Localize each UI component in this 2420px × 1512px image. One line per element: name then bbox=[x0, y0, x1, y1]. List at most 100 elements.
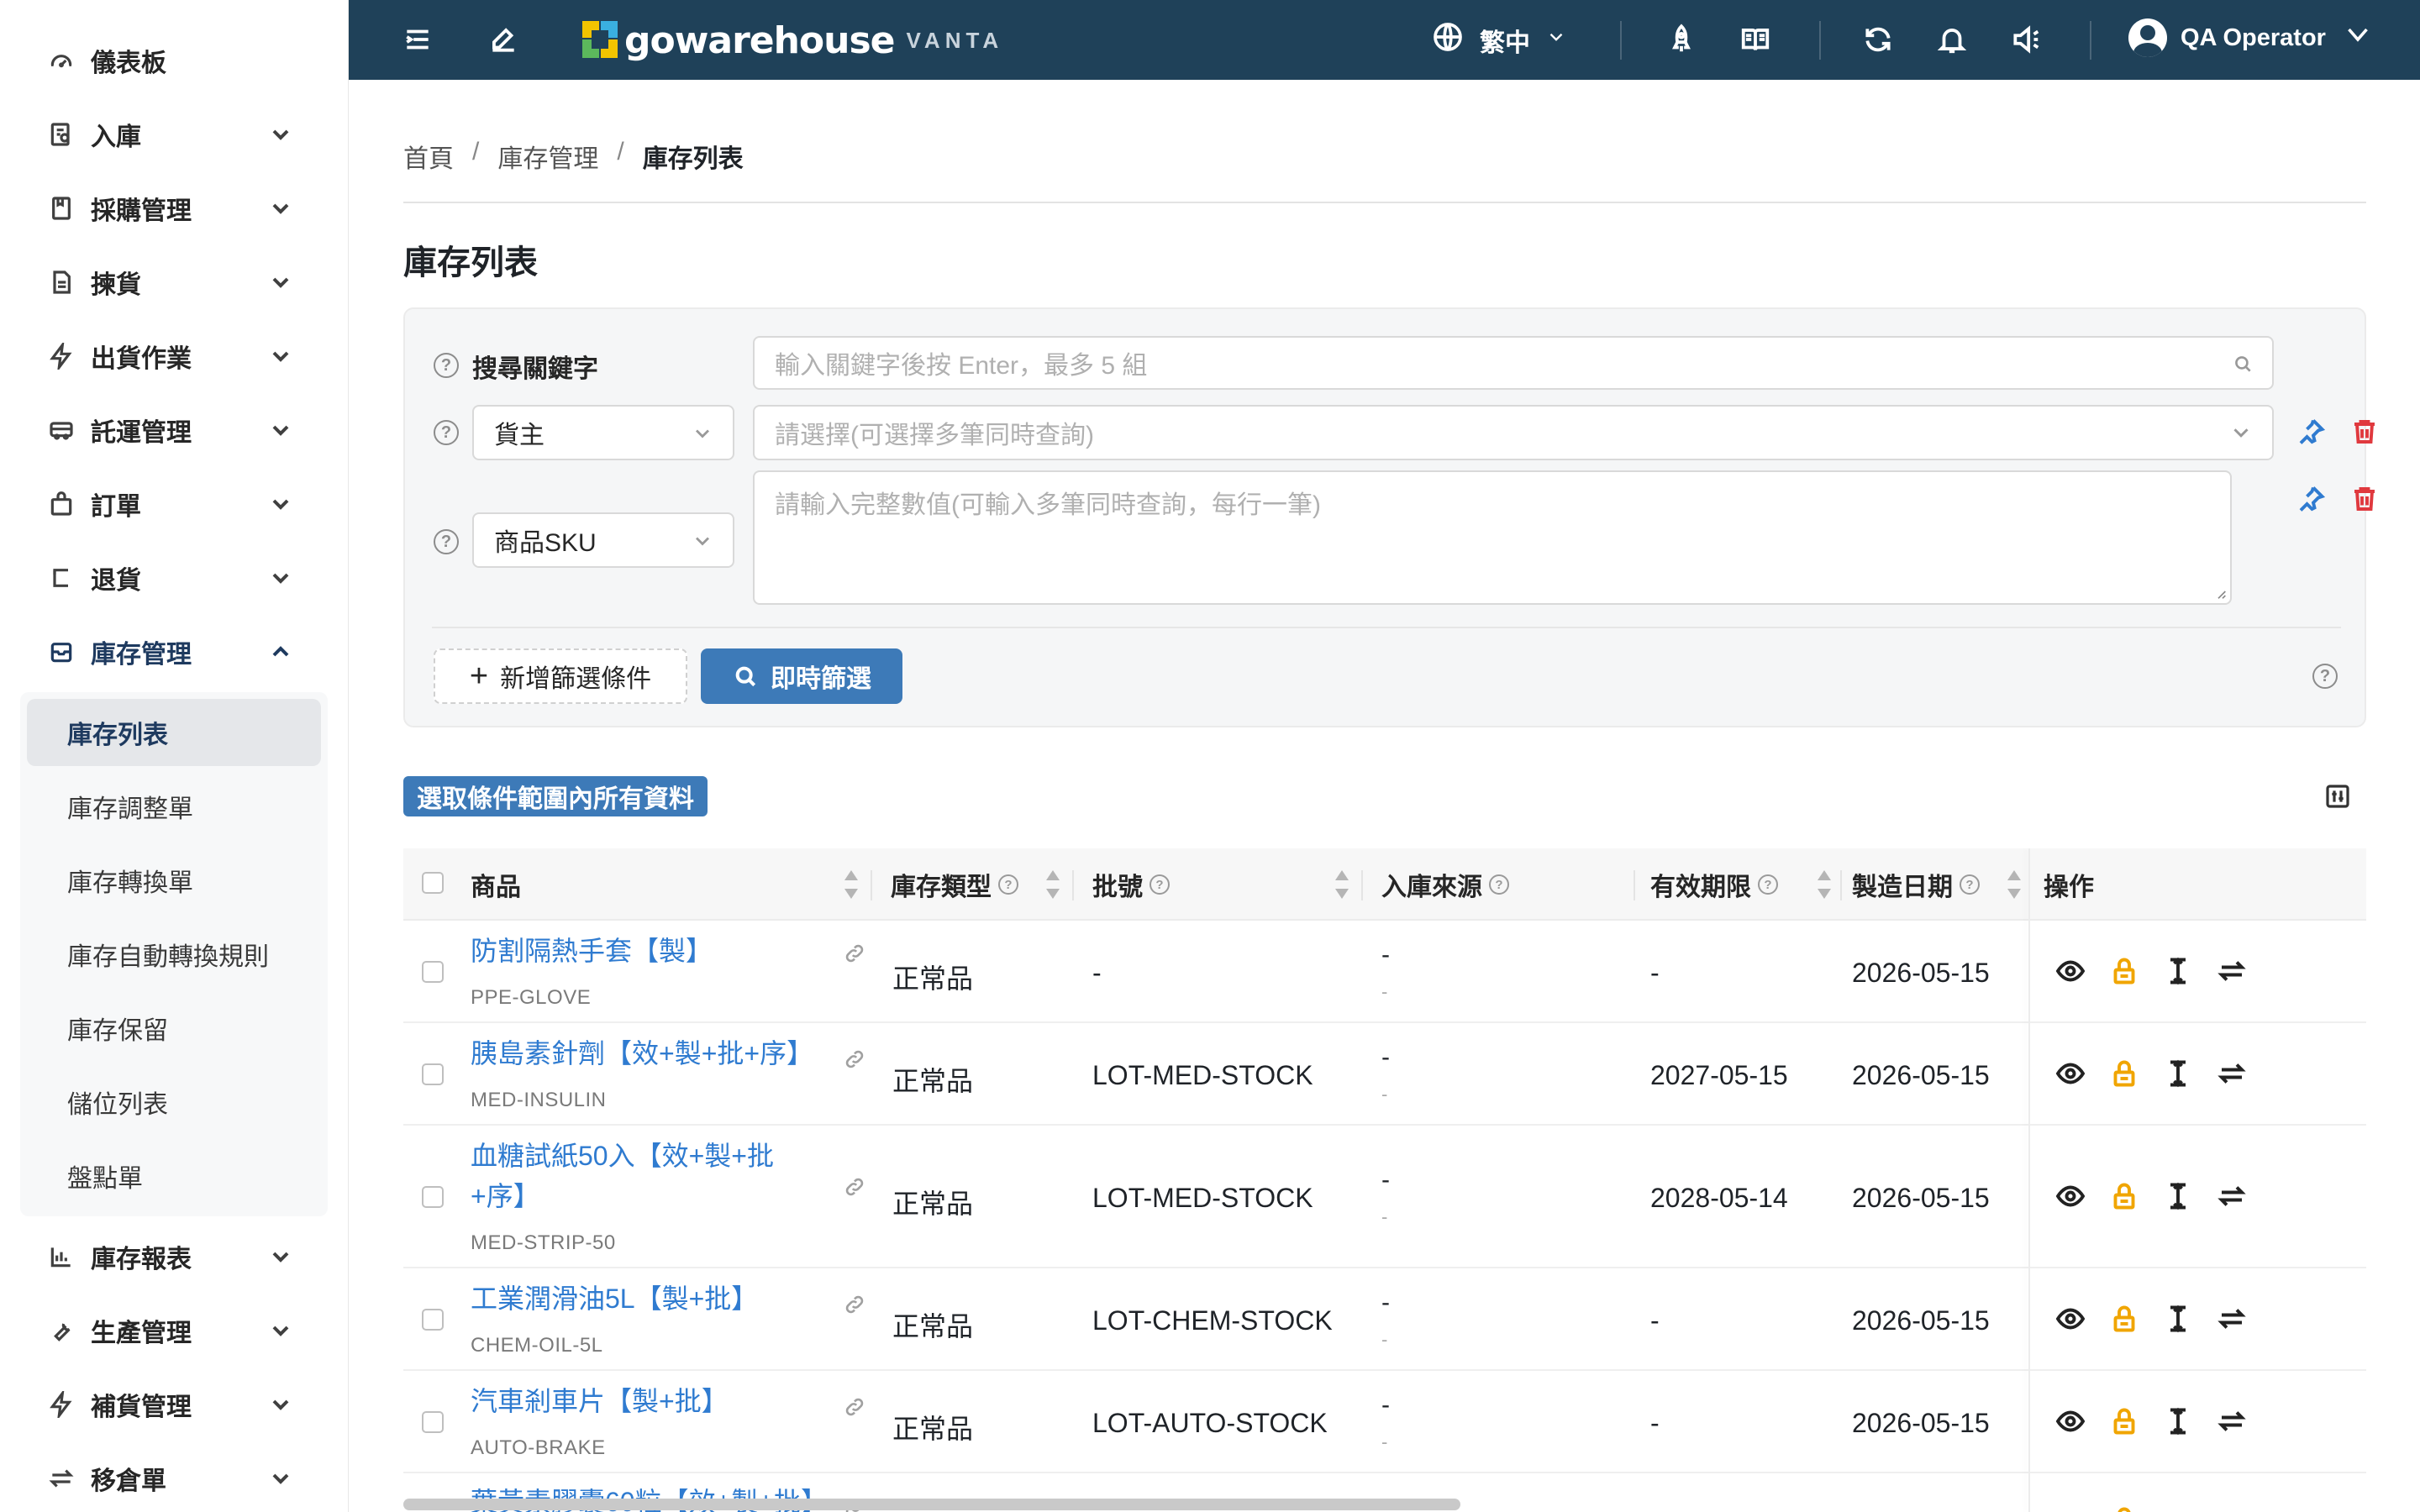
horizontal-scrollbar[interactable] bbox=[403, 1499, 1460, 1510]
help-icon[interactable]: ? bbox=[434, 353, 459, 378]
user-menu[interactable]: QA Operator bbox=[2128, 18, 2373, 57]
edit-icon[interactable] bbox=[487, 23, 520, 56]
link-icon[interactable] bbox=[844, 1396, 865, 1418]
sort-icon[interactable] bbox=[842, 869, 860, 900]
view-icon[interactable] bbox=[2055, 956, 2086, 986]
help-icon[interactable]: ? bbox=[2312, 664, 2338, 689]
owner-select[interactable]: 請選擇(可選擇多筆同時查詢) bbox=[753, 405, 2274, 460]
row-checkbox[interactable] bbox=[422, 1411, 444, 1433]
lock-icon[interactable] bbox=[2109, 1181, 2139, 1211]
submenu-item-inventory-list[interactable]: 庫存列表 bbox=[27, 699, 321, 766]
sidebar-item-replenishment[interactable]: 補貨管理 bbox=[0, 1368, 349, 1441]
product-name-link[interactable]: 血糖試紙50入【效+製+批+序】 bbox=[471, 1136, 807, 1216]
convert-icon[interactable] bbox=[2217, 1181, 2247, 1211]
lock-icon[interactable] bbox=[2109, 1505, 2139, 1512]
link-icon[interactable] bbox=[844, 1176, 865, 1198]
breadcrumb-home[interactable]: 首頁 bbox=[403, 138, 454, 175]
owner-field-select[interactable]: 貨主 bbox=[472, 405, 734, 460]
pin-icon[interactable] bbox=[2296, 417, 2326, 447]
sidebar-item-returns[interactable]: 退貨 bbox=[0, 541, 349, 615]
sidebar-item-dashboard[interactable]: 儀表板 bbox=[0, 24, 349, 97]
row-checkbox[interactable] bbox=[422, 1063, 444, 1085]
sort-icon[interactable] bbox=[1815, 869, 1833, 900]
submenu-item-reservation[interactable]: 庫存保留 bbox=[27, 995, 321, 1062]
product-name-link[interactable]: 胰島素針劑【效+製+批+序】 bbox=[471, 1033, 840, 1074]
column-header-lot[interactable]: 批號? bbox=[1092, 848, 1170, 921]
column-header-stock-type[interactable]: 庫存類型? bbox=[891, 848, 1018, 921]
sidebar-item-inventory-report[interactable]: 庫存報表 bbox=[0, 1220, 349, 1294]
convert-icon[interactable] bbox=[2217, 1406, 2247, 1436]
adjust-icon[interactable] bbox=[2163, 1406, 2193, 1436]
keyword-search-input[interactable]: 輸入關鍵字後按 Enter，最多 5 組 bbox=[753, 336, 2274, 390]
help-icon[interactable]: ? bbox=[434, 420, 459, 445]
column-header-product[interactable]: 商品 bbox=[471, 848, 521, 921]
adjust-icon[interactable] bbox=[2163, 1058, 2193, 1089]
convert-icon[interactable] bbox=[2217, 1304, 2247, 1334]
sidebar-item-shipping[interactable]: 出貨作業 bbox=[0, 319, 349, 393]
submenu-item-stocktake[interactable]: 盤點單 bbox=[27, 1142, 321, 1210]
sidebar-item-orders[interactable]: 訂單 bbox=[0, 467, 349, 541]
lock-icon[interactable] bbox=[2109, 1406, 2139, 1436]
apply-filter-button[interactable]: 即時篩選 bbox=[701, 648, 902, 704]
submenu-item-auto-conversion-rules[interactable]: 庫存自動轉換規則 bbox=[27, 921, 321, 988]
brand-logo[interactable]: gowarehouse VANTA bbox=[582, 17, 1003, 64]
submenu-item-adjustment[interactable]: 庫存調整單 bbox=[27, 773, 321, 840]
sidebar-item-purchase[interactable]: 採購管理 bbox=[0, 171, 349, 245]
view-icon[interactable] bbox=[2055, 1181, 2086, 1211]
lock-icon[interactable] bbox=[2109, 1058, 2139, 1089]
add-filter-button[interactable]: + 新增篩選條件 bbox=[434, 648, 687, 704]
adjust-icon[interactable] bbox=[2163, 1304, 2193, 1334]
lock-icon[interactable] bbox=[2109, 1304, 2139, 1334]
select-all-results-button[interactable]: 選取條件範圍內所有資料 bbox=[403, 776, 708, 816]
view-icon[interactable] bbox=[2055, 1406, 2086, 1436]
select-all-checkbox[interactable] bbox=[422, 872, 444, 894]
delete-icon[interactable] bbox=[2349, 484, 2380, 514]
view-icon[interactable] bbox=[2055, 1304, 2086, 1334]
refresh-icon[interactable] bbox=[1861, 23, 1895, 56]
sidebar-item-warehouse-transfer[interactable]: 移倉單 bbox=[0, 1441, 349, 1512]
pin-icon[interactable] bbox=[2296, 484, 2326, 514]
column-settings-icon[interactable] bbox=[2324, 783, 2351, 810]
product-name-link[interactable]: 防割隔熱手套【製】 bbox=[471, 931, 807, 971]
link-icon[interactable] bbox=[844, 1048, 865, 1070]
rocket-icon[interactable] bbox=[1665, 23, 1698, 56]
book-icon[interactable] bbox=[1739, 23, 1772, 56]
delete-icon[interactable] bbox=[2349, 417, 2380, 447]
sidebar-item-picking[interactable]: 揀貨 bbox=[0, 245, 349, 319]
breadcrumb-parent[interactable]: 庫存管理 bbox=[497, 138, 598, 175]
adjust-icon[interactable] bbox=[2163, 956, 2193, 986]
bell-icon[interactable] bbox=[1935, 23, 1969, 56]
sort-icon[interactable] bbox=[1044, 869, 1062, 900]
link-icon[interactable] bbox=[844, 1294, 865, 1315]
convert-icon[interactable] bbox=[2217, 956, 2247, 986]
row-checkbox[interactable] bbox=[422, 961, 444, 983]
inventory-icon bbox=[47, 638, 76, 666]
submenu-item-conversion[interactable]: 庫存轉換單 bbox=[27, 847, 321, 914]
row-checkbox[interactable] bbox=[422, 1309, 444, 1331]
sku-textarea[interactable]: 請輸入完整數值(可輸入多筆同時查詢，每行一筆) bbox=[753, 470, 2232, 605]
help-icon[interactable]: ? bbox=[434, 529, 459, 554]
adjust-icon[interactable] bbox=[2163, 1181, 2193, 1211]
sort-icon[interactable] bbox=[1333, 869, 1351, 900]
source-cell: - bbox=[1381, 941, 1390, 969]
row-checkbox[interactable] bbox=[422, 1186, 444, 1208]
view-icon[interactable] bbox=[2055, 1058, 2086, 1089]
announcement-icon[interactable] bbox=[2009, 23, 2043, 56]
sort-icon[interactable] bbox=[2005, 869, 2023, 900]
column-header-expiry[interactable]: 有效期限? bbox=[1650, 848, 1778, 921]
sidebar-item-production[interactable]: 生產管理 bbox=[0, 1294, 349, 1368]
product-name-link[interactable]: 汽車剎車片【製+批】 bbox=[471, 1381, 807, 1421]
lock-icon[interactable] bbox=[2109, 956, 2139, 986]
convert-icon[interactable] bbox=[2217, 1058, 2247, 1089]
sidebar-item-inbound[interactable]: 入庫 bbox=[0, 97, 349, 171]
menu-toggle-icon[interactable] bbox=[401, 23, 434, 56]
column-header-mfg-date[interactable]: 製造日期? bbox=[1852, 848, 1980, 921]
sku-field-select[interactable]: 商品SKU bbox=[472, 512, 734, 568]
link-icon[interactable] bbox=[844, 942, 865, 964]
sidebar-item-consignment[interactable]: 託運管理 bbox=[0, 393, 349, 467]
language-selector[interactable]: 繁中 bbox=[1431, 20, 1567, 60]
sidebar-item-inventory[interactable]: 庫存管理 bbox=[0, 615, 349, 689]
submenu-item-locations[interactable]: 儲位列表 bbox=[27, 1068, 321, 1136]
column-header-source[interactable]: 入庫來源? bbox=[1381, 848, 1509, 921]
product-name-link[interactable]: 工業潤滑油5L【製+批】 bbox=[471, 1278, 807, 1319]
